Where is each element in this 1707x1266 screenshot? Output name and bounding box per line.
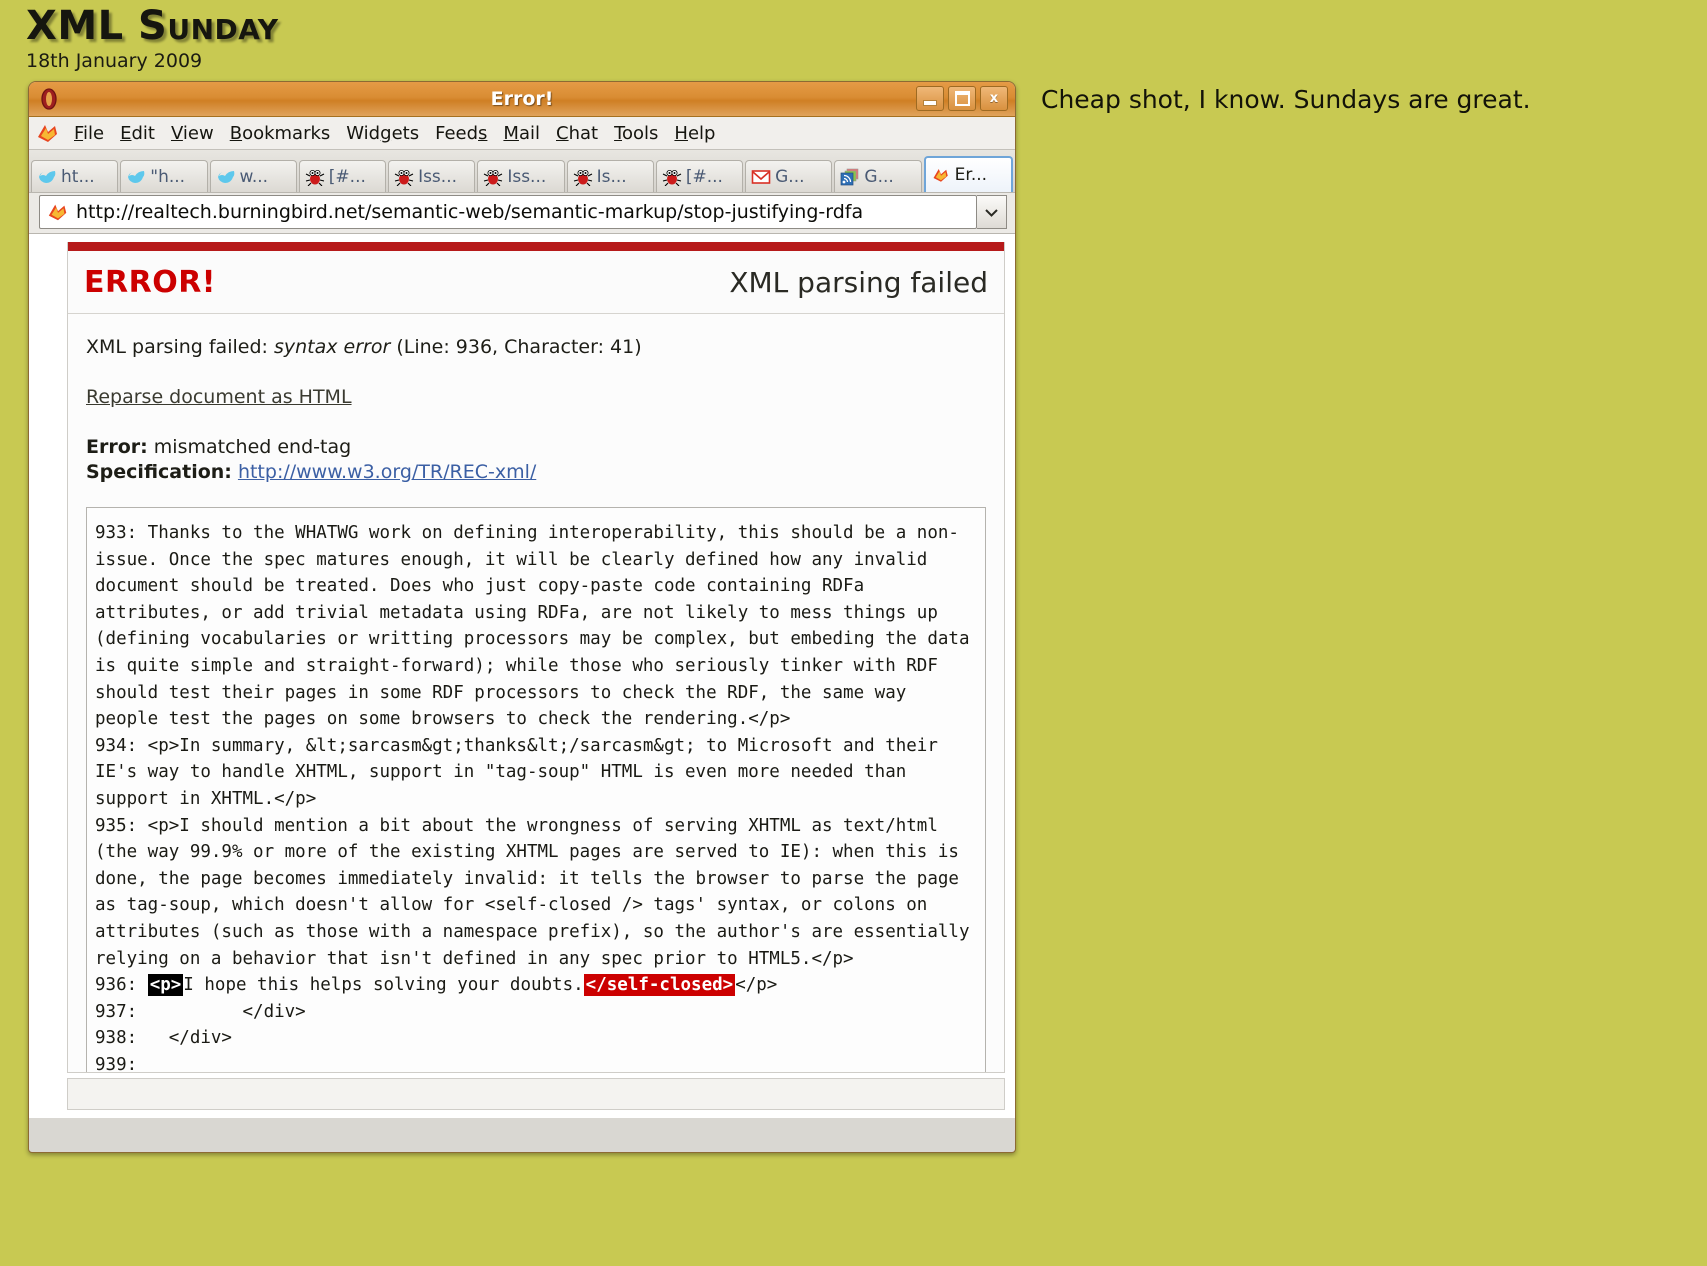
bug-icon: [573, 168, 593, 186]
highlight-line-close-tag: </p>: [735, 975, 778, 996]
source-code-block: 933: Thanks to the WHATWG work on defini…: [86, 507, 986, 1073]
tab-2[interactable]: w...: [209, 160, 297, 192]
window-title: Error!: [490, 88, 554, 110]
code-line-937: 937: </div>: [95, 1001, 306, 1022]
code-line-938: 938: </div>: [95, 1028, 232, 1049]
tab-10-active[interactable]: Er...: [923, 156, 1013, 192]
error-summary-prefix: XML parsing failed:: [86, 336, 268, 358]
specification-link[interactable]: http://www.w3.org/TR/REC-xml/: [238, 461, 536, 483]
tab-3[interactable]: [#...: [298, 160, 387, 192]
tab-label: Is...: [596, 166, 627, 187]
menu-item-mail[interactable]: Mail: [495, 121, 548, 146]
menu-item-edit[interactable]: Edit: [112, 121, 163, 146]
tab-5[interactable]: Iss...: [477, 160, 565, 192]
tab-bar: ht... "h... w... [#... Iss... Iss... Is.…: [29, 150, 1015, 193]
menu-item-bookmarks[interactable]: Bookmarks: [222, 121, 339, 146]
error-summary-emphasis: syntax error: [273, 336, 391, 358]
browser-status-bar: [67, 1078, 1005, 1110]
xml-error-page: ERROR! XML parsing failed XML parsing fa…: [67, 242, 1005, 1073]
tab-label: Er...: [954, 165, 988, 185]
opera-bird-icon: [46, 201, 70, 223]
twitter-icon: [126, 168, 146, 186]
tab-label: Iss...: [418, 166, 458, 187]
content-viewport: ERROR! XML parsing failed XML parsing fa…: [29, 233, 1015, 1118]
opera-bird-icon: [35, 121, 61, 145]
highlighted-open-tag: <p>: [147, 974, 184, 997]
error-details: Error: mismatched end-tag Specification:…: [86, 436, 986, 483]
tab-label: ht...: [61, 166, 95, 187]
tab-6[interactable]: Is...: [566, 160, 654, 192]
specification-label: Specification:: [86, 461, 232, 483]
browser-window: Error! x File Edit View Bookmarks Widget…: [28, 81, 1016, 1153]
address-bar: http://realtech.burningbird.net/semantic…: [29, 193, 1015, 233]
window-title-bar: Error! x: [29, 82, 1015, 117]
tab-8[interactable]: G...: [745, 160, 833, 192]
tab-4[interactable]: Iss...: [388, 160, 476, 192]
error-summary-suffix: (Line: 936, Character: 41): [396, 336, 642, 358]
menu-item-file[interactable]: File: [66, 121, 112, 146]
error-value: mismatched end-tag: [153, 436, 352, 458]
twitter-icon: [37, 168, 57, 186]
side-caption-text: Cheap shot, I know. Sundays are great.: [1041, 85, 1531, 114]
bug-icon: [483, 168, 503, 186]
error-label: Error:: [86, 436, 148, 458]
code-line-number: 936:: [95, 975, 148, 996]
tab-7[interactable]: [#...: [655, 160, 744, 192]
gmail-icon: [751, 168, 771, 186]
code-line-936: 936: <p> I hope this helps solving your d…: [95, 974, 778, 997]
code-line-939: 939:: [95, 1054, 148, 1073]
error-header: ERROR! XML parsing failed: [68, 251, 1004, 314]
error-summary: XML parsing failed: syntax error (Line: …: [86, 336, 986, 358]
error-detail-row: Error: mismatched end-tag: [86, 436, 986, 458]
code-line-934: 934: <p>In summary, &lt;sarcasm&gt;thank…: [95, 735, 949, 809]
code-line-935: 935: <p>I should mention a bit about the…: [95, 815, 981, 969]
tab-label: [#...: [685, 166, 723, 187]
address-url-text: http://realtech.burningbird.net/semantic…: [76, 201, 864, 223]
maximize-button[interactable]: [948, 86, 976, 111]
menu-item-widgets[interactable]: Widgets: [338, 121, 427, 146]
page-header: XML Sunday 18th January 2009: [26, 6, 279, 72]
reparse-document-link[interactable]: Reparse document as HTML: [86, 386, 352, 408]
bug-icon: [662, 168, 682, 186]
menu-item-view[interactable]: View: [163, 121, 222, 146]
menu-bar: File Edit View Bookmarks Widgets Feeds M…: [29, 117, 1015, 150]
bug-icon: [394, 168, 414, 186]
window-controls: x: [916, 86, 1008, 111]
highlighted-bad-tag: </self-closed>: [583, 974, 736, 997]
minimize-button[interactable]: [916, 86, 944, 111]
tab-1[interactable]: "h...: [120, 160, 208, 192]
tab-9[interactable]: G...: [834, 160, 922, 192]
tab-label: w...: [239, 166, 269, 187]
tab-label: Iss...: [507, 166, 547, 187]
error-heading: ERROR!: [84, 264, 216, 300]
specification-row: Specification: http://www.w3.org/TR/REC-…: [86, 461, 986, 483]
close-button[interactable]: x: [980, 86, 1008, 111]
tab-label: G...: [775, 166, 805, 187]
error-body: XML parsing failed: syntax error (Line: …: [68, 314, 1004, 1073]
opera-o-icon: [37, 87, 61, 111]
bug-icon: [305, 168, 325, 186]
menu-item-feeds[interactable]: Feeds: [427, 121, 495, 146]
page-title: XML Sunday: [26, 3, 279, 49]
highlight-line-text: I hope this helps solving your doubts.: [183, 975, 584, 996]
chevron-down-icon[interactable]: [977, 195, 1007, 229]
menu-item-chat[interactable]: Chat: [548, 121, 606, 146]
tab-0[interactable]: ht...: [31, 160, 119, 192]
address-input[interactable]: http://realtech.burningbird.net/semantic…: [39, 195, 977, 229]
tab-label: "h...: [150, 166, 186, 187]
menu-item-tools[interactable]: Tools: [606, 121, 666, 146]
error-accent-bar: [68, 242, 1004, 251]
reparse-link-row: Reparse document as HTML: [86, 386, 986, 408]
menu-item-help[interactable]: Help: [666, 121, 723, 146]
tab-label: [#...: [328, 166, 366, 187]
page-date: 18th January 2009: [26, 50, 203, 72]
tab-label: G...: [864, 166, 894, 187]
error-subheading: XML parsing failed: [729, 265, 988, 299]
twitter-icon: [216, 168, 236, 186]
code-line-933: 933: Thanks to the WHATWG work on defini…: [95, 523, 981, 730]
rss-reader-icon: [840, 168, 860, 186]
opera-bird-icon: [931, 166, 951, 184]
